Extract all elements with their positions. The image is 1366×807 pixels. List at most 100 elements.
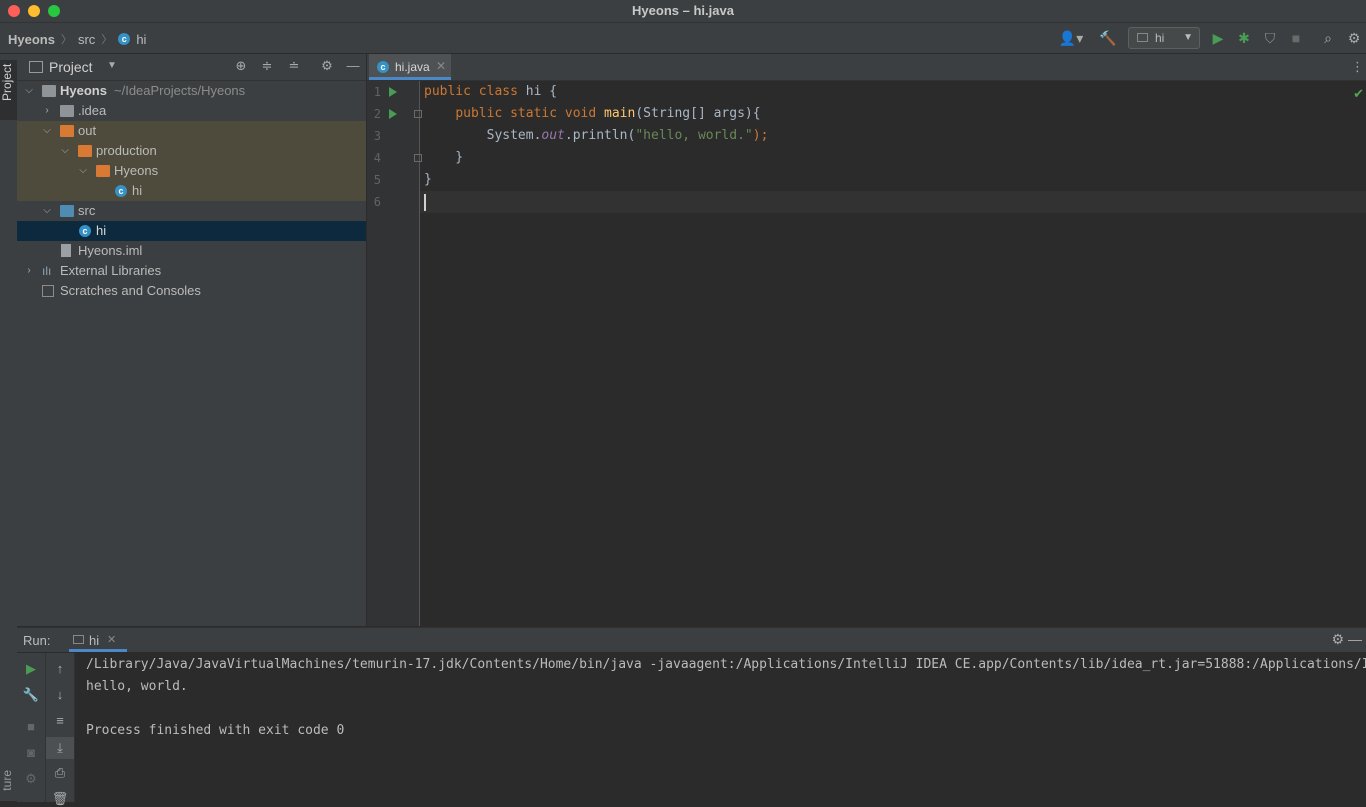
fold-marker-icon[interactable]: [414, 154, 422, 162]
edit-config-wrench-icon[interactable]: 🔧: [17, 687, 45, 703]
editor-gutter[interactable]: 1 2 3 4 5 6: [367, 81, 422, 626]
gear-icon[interactable]: ⚙: [1331, 631, 1344, 648]
hide-panel-icon[interactable]: —: [1348, 631, 1362, 647]
tree-item-hi-class[interactable]: c hi: [17, 181, 366, 201]
run-tab-label: hi: [89, 633, 100, 648]
line-number: 4: [373, 151, 381, 165]
library-icon: ılı: [42, 264, 52, 278]
camera-dump-icon[interactable]: ◙: [17, 745, 45, 760]
tree-item-src[interactable]: ⌵ src: [17, 201, 366, 221]
tree-item-label: Scratches and Consoles: [60, 283, 201, 298]
tree-item-scratches[interactable]: Scratches and Consoles: [17, 281, 366, 301]
scroll-to-end-icon[interactable]: ⤓: [46, 737, 74, 759]
arrow-down-icon[interactable]: ↓: [46, 687, 74, 702]
trash-icon[interactable]: 🗑: [46, 791, 74, 807]
java-class-icon: c: [377, 61, 389, 73]
collapse-all-icon[interactable]: ≐: [285, 58, 303, 74]
line-number: 1: [373, 85, 381, 99]
tree-item-iml[interactable]: Hyeons.iml: [17, 241, 366, 261]
tree-item-hyeons-output[interactable]: ⌵ Hyeons: [17, 161, 366, 181]
tree-item-label: Hyeons: [114, 163, 159, 178]
title-bar: Hyeons – hi.java: [0, 0, 1366, 23]
folder-icon: [42, 85, 56, 97]
no-problems-check-icon[interactable]: ✔: [1353, 86, 1364, 102]
chevron-right-icon: 〉: [60, 34, 72, 46]
source-folder-icon: [60, 205, 74, 217]
code-line: public class hi {: [424, 84, 558, 99]
stop-icon[interactable]: ■: [17, 719, 45, 734]
excluded-folder-icon: [96, 165, 110, 177]
fold-marker-icon[interactable]: [414, 110, 422, 118]
soft-wrap-icon[interactable]: ≡: [46, 713, 74, 728]
settings-gear-icon[interactable]: ⚙: [1345, 28, 1363, 48]
tab-label: hi.java: [395, 60, 430, 74]
run-icon[interactable]: ▶: [1210, 28, 1226, 48]
stop-icon[interactable]: ■: [1287, 28, 1305, 48]
tree-item-external-libraries[interactable]: › ılı External Libraries: [17, 261, 366, 281]
excluded-folder-icon: [78, 145, 92, 157]
build-hammer-icon[interactable]: 🔨: [1098, 28, 1118, 48]
editor-tab-bar: c hi.java ✕ ⋮: [367, 54, 1366, 81]
line-number: 6: [373, 195, 381, 209]
run-panel: Run: hi ✕ ⚙ — ▶ 🔧 ■ ◙ ⚙ ↑ ↓ ≡ ⤓ ⎙ 🗑 /Lib…: [17, 627, 1366, 806]
tree-item-out[interactable]: ⌵ out: [17, 121, 366, 141]
code-line: }: [424, 172, 432, 187]
chevron-down-icon[interactable]: ⌵: [41, 201, 53, 221]
java-class-icon: c: [118, 33, 131, 45]
chevron-right-icon[interactable]: ›: [23, 261, 35, 281]
run-config-icon: [73, 635, 84, 644]
line-number: 3: [373, 129, 381, 143]
run-panel-header: Run: hi ✕ ⚙ —: [17, 628, 1366, 652]
account-icon[interactable]: 👤▾: [1058, 28, 1084, 48]
close-tab-icon[interactable]: ✕: [436, 59, 446, 73]
tree-item-path: ~/IdeaProjects/Hyeons: [114, 83, 246, 98]
chevron-down-icon[interactable]: ⌵: [59, 141, 71, 161]
excluded-folder-icon: [60, 125, 74, 137]
hide-panel-icon[interactable]: —: [344, 58, 362, 73]
run-toolbar-secondary: ↑ ↓ ≡ ⤓ ⎙ 🗑: [46, 653, 75, 806]
project-panel: Project ▼ ⊕ ≑ ≐ ⚙ — ⌵ Hyeons ~/IdeaProje…: [17, 54, 366, 626]
search-icon[interactable]: ⌕: [1319, 28, 1337, 48]
chevron-right-icon[interactable]: ›: [41, 101, 53, 121]
breadcrumb: Hyeons 〉 src 〉 c hi: [8, 31, 146, 47]
print-icon[interactable]: ⎙: [46, 765, 74, 781]
run-tab-hi[interactable]: hi ✕: [69, 628, 127, 652]
arrow-up-icon[interactable]: ↑: [46, 661, 74, 676]
structure-tool-tab-label[interactable]: ture: [0, 770, 17, 791]
tab-hi-java[interactable]: c hi.java ✕: [369, 54, 451, 80]
current-line-highlight: [420, 191, 1366, 213]
project-tool-tab-label[interactable]: Project: [0, 62, 17, 102]
gear-icon[interactable]: ⚙: [318, 58, 336, 74]
tree-item-label: out: [78, 123, 97, 138]
tree-item-project-root[interactable]: ⌵ Hyeons ~/IdeaProjects/Hyeons: [17, 81, 366, 101]
text-caret: [424, 194, 426, 211]
chevron-down-icon[interactable]: ⌵: [77, 161, 89, 181]
more-options-icon[interactable]: ⋮: [1351, 59, 1364, 75]
run-configuration-select[interactable]: hi ▼: [1128, 27, 1200, 49]
coverage-icon[interactable]: ⛉: [1261, 28, 1279, 48]
run-panel-label: Run:: [23, 633, 51, 648]
close-tab-icon[interactable]: ✕: [107, 633, 116, 646]
debug-icon[interactable]: ✱: [1235, 28, 1253, 48]
settings-icon[interactable]: ⚙: [17, 771, 45, 787]
run-main-gutter-icon[interactable]: [389, 109, 397, 119]
tree-item-idea[interactable]: › .idea: [17, 101, 366, 121]
console-line: Process finished with exit code 0: [86, 723, 345, 738]
locate-file-icon[interactable]: ⊕: [232, 58, 250, 74]
project-panel-title[interactable]: Project: [49, 59, 93, 75]
breadcrumb-folder[interactable]: src: [78, 32, 95, 47]
tree-item-production[interactable]: ⌵ production: [17, 141, 366, 161]
left-tool-strip: [0, 54, 18, 801]
breadcrumb-file[interactable]: hi: [136, 32, 146, 47]
navigation-bar: Hyeons 〉 src 〉 c hi 👤▾ 🔨 hi ▼ ▶ ✱ ⛉ ■ ⌕ …: [0, 23, 1366, 54]
chevron-down-icon[interactable]: ⌵: [41, 121, 53, 141]
run-class-gutter-icon[interactable]: [389, 87, 397, 97]
tree-item-hi-java[interactable]: c hi: [17, 221, 366, 241]
chevron-down-icon[interactable]: ▼: [107, 60, 117, 71]
line-number: 5: [373, 173, 381, 187]
chevron-down-icon[interactable]: ⌵: [23, 81, 35, 101]
rerun-icon[interactable]: ▶: [17, 661, 45, 677]
breadcrumb-project[interactable]: Hyeons: [8, 32, 55, 47]
tree-item-label: production: [96, 143, 157, 158]
expand-all-icon[interactable]: ≑: [258, 58, 276, 74]
